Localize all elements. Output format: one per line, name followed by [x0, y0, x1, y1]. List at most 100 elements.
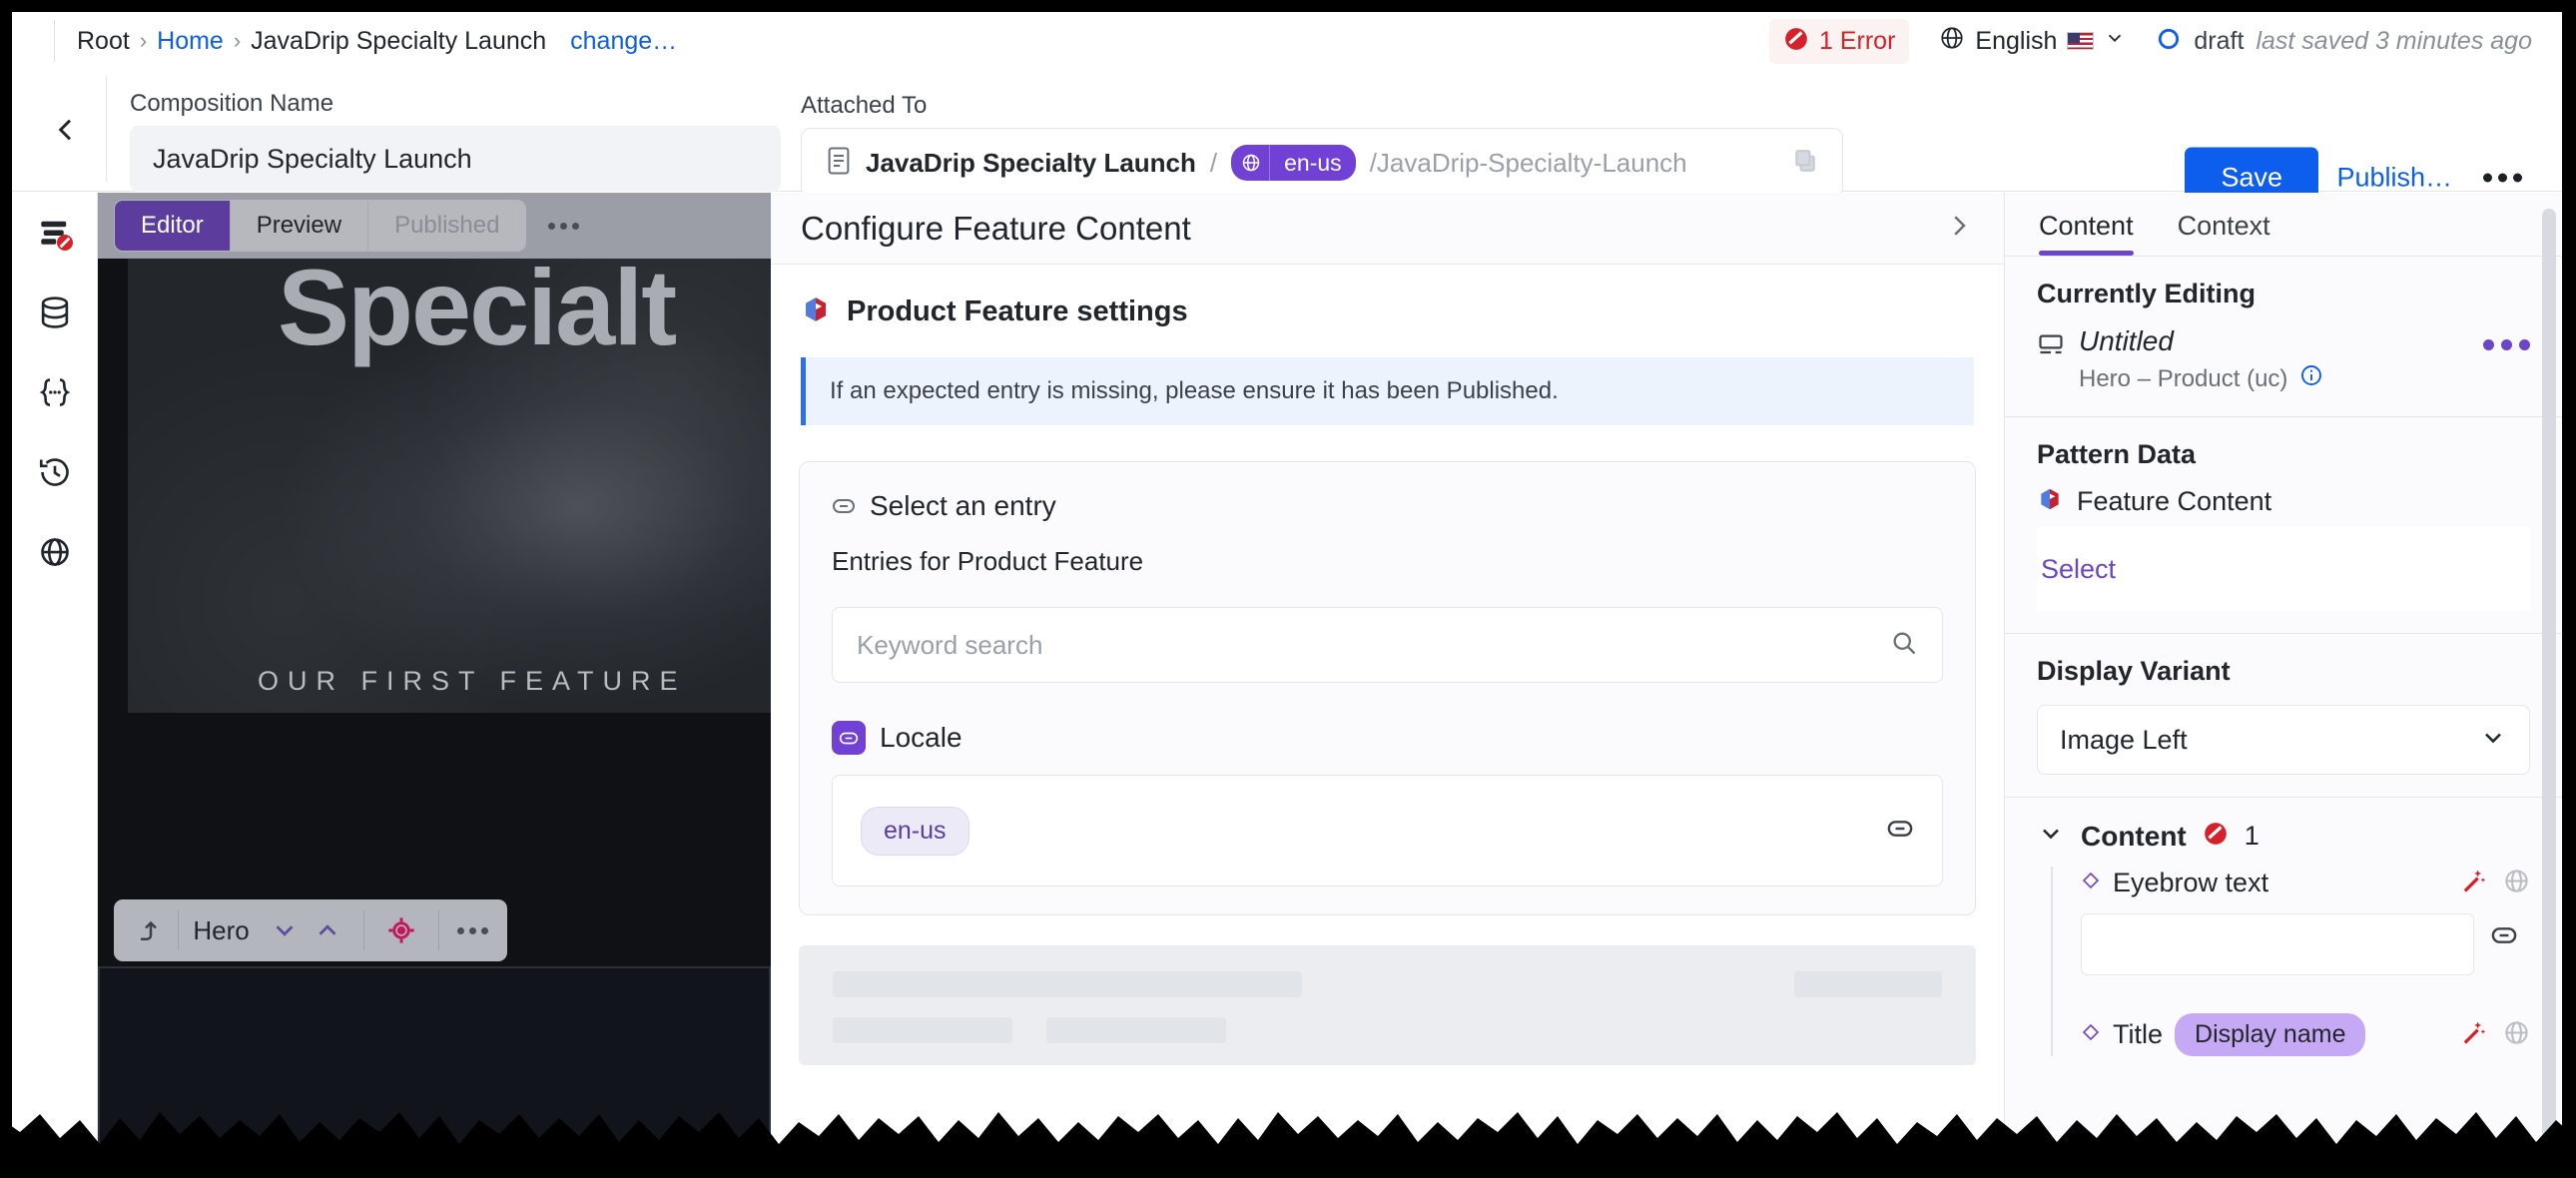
page-title: Configure Feature Content	[801, 209, 1191, 247]
torn-bottom-edge	[0, 1112, 2576, 1178]
display-variant-value: Image Left	[2060, 724, 2188, 755]
chevron-down-icon	[2104, 27, 2126, 56]
tab-published[interactable]: Published	[368, 201, 526, 251]
composition-name-label: Composition Name	[130, 90, 334, 117]
field-actions	[2459, 1018, 2530, 1051]
attached-to-box[interactable]: JavaDrip Specialty Launch / en-us /JavaD…	[801, 128, 1843, 198]
globe-icon	[1231, 153, 1269, 173]
block-name-label: Hero	[193, 914, 250, 945]
breadcrumb-item-root[interactable]: Root	[77, 27, 130, 56]
rail-item-globe[interactable]	[12, 512, 98, 592]
search-input[interactable]	[857, 629, 1890, 661]
magic-wand-icon[interactable]	[2459, 867, 2487, 899]
globe-icon[interactable]	[2503, 868, 2530, 899]
locale-facet-header: Locale	[832, 721, 1943, 755]
magic-wand-icon[interactable]	[2459, 1018, 2487, 1051]
move-up-button[interactable]	[307, 899, 349, 961]
pattern-data-section: Pattern Data Feature Content Select	[2005, 417, 2562, 634]
display-variant-select[interactable]: Image Left	[2037, 705, 2530, 775]
target-icon[interactable]	[364, 899, 438, 961]
locale-remove-icon[interactable]	[2490, 925, 2518, 950]
last-saved-label: last saved 3 minutes ago	[2255, 26, 2532, 55]
path-slash: /	[1209, 147, 1218, 178]
composition-name-input[interactable]	[130, 126, 781, 192]
document-icon	[826, 146, 852, 181]
breadcrumb: Root › Home › JavaDrip Specialty Launch …	[77, 27, 677, 56]
locale-chip[interactable]: en-us	[861, 806, 969, 856]
field-type-icon	[2081, 1022, 2101, 1047]
pattern-icon	[801, 294, 831, 329]
back-button[interactable]	[36, 100, 96, 160]
top-bar: Root › Home › JavaDrip Specialty Launch …	[12, 12, 2562, 70]
canvas-more-button[interactable]	[548, 222, 580, 230]
content-accordion: Content 1 Eyebrow text Title Display nam…	[2005, 798, 2562, 1056]
rail-item-layers[interactable]	[12, 193, 98, 273]
breadcrumb-item-home[interactable]: Home	[157, 27, 224, 56]
content-accordion-count: 1	[2244, 821, 2259, 851]
language-selector[interactable]: English	[1939, 25, 2126, 58]
canvas-tab-bar: Editor Preview Published	[98, 193, 771, 259]
content-accordion-body: Eyebrow text Title Display name	[2051, 867, 2530, 1056]
currently-editing-label: Currently Editing	[2037, 279, 2256, 308]
attached-locale-label: en-us	[1284, 149, 1342, 176]
editing-entry-type: Hero – Product (uc)	[2079, 364, 2288, 392]
move-up-level-button[interactable]	[114, 899, 178, 961]
tab-preview[interactable]: Preview	[230, 201, 369, 251]
window-frame-top	[0, 0, 2576, 12]
more-options-button[interactable]	[2483, 173, 2522, 183]
chevron-right-icon: ›	[233, 28, 242, 53]
pattern-data-name: Feature Content	[2077, 486, 2272, 516]
tab-editor[interactable]: Editor	[115, 201, 231, 251]
publish-button[interactable]: Publish…	[2336, 163, 2452, 194]
move-down-button[interactable]	[264, 899, 307, 961]
breadcrumb-change-link[interactable]: change…	[570, 27, 677, 56]
eyebrow-text-input[interactable]	[2081, 913, 2474, 975]
locale-remove-icon[interactable]	[1886, 819, 1914, 844]
attached-locale-pill[interactable]: en-us	[1231, 145, 1356, 181]
error-icon	[2203, 821, 2229, 852]
content-accordion-header[interactable]: Content 1	[2037, 820, 2530, 853]
collapse-panel-button[interactable]	[1944, 211, 1974, 246]
rail-item-variables[interactable]	[12, 352, 98, 432]
error-badge[interactable]: 1 Error	[1769, 18, 1910, 64]
search-icon[interactable]	[1890, 629, 1918, 662]
attached-to-label: Attached To	[801, 92, 928, 119]
hero-subtitle-text: OUR FIRST FEATURE	[258, 666, 687, 696]
dot	[572, 222, 580, 230]
hero-background-image: Specialt OUR FIRST FEATURE	[128, 259, 771, 713]
field-label: Eyebrow text	[2113, 868, 2269, 897]
field-input-row-eyebrow	[2081, 899, 2530, 975]
right-panel-tabs: Content Context	[2005, 193, 2562, 257]
right-panel-scrollbar[interactable]	[2542, 209, 2556, 1178]
copy-icon[interactable]	[1792, 148, 1818, 179]
chevron-down-icon	[2479, 724, 2507, 757]
draft-status-icon	[2156, 26, 2182, 57]
attached-to-field: Attached To JavaDrip Specialty Launch / …	[801, 92, 1843, 198]
entries-for-label: Entries for Product Feature	[832, 546, 1144, 576]
pattern-data-label: Pattern Data	[2037, 439, 2197, 469]
pattern-select-link[interactable]: Select	[2041, 554, 2116, 585]
select-entry-header: Select an entry	[832, 490, 1943, 522]
keyword-search-box[interactable]	[832, 607, 1943, 683]
globe-icon[interactable]	[2503, 1019, 2530, 1051]
skeleton-bar	[1046, 1017, 1226, 1043]
block-more-button[interactable]	[439, 899, 507, 961]
pattern-select-card: Select	[2037, 527, 2530, 611]
rail-item-data[interactable]	[12, 273, 98, 352]
field-type-icon	[2081, 871, 2101, 895]
info-icon[interactable]	[2299, 363, 2323, 394]
error-icon	[1783, 26, 1809, 57]
breadcrumb-left-divider	[54, 20, 55, 62]
tab-context[interactable]: Context	[2178, 211, 2292, 256]
hero-title-text: Specialt	[278, 259, 677, 367]
locale-icon	[832, 721, 866, 755]
rail-item-history[interactable]	[12, 432, 98, 512]
info-banner: If an expected entry is missing, please …	[801, 357, 1974, 425]
editing-more-button[interactable]	[2483, 325, 2530, 350]
field-actions	[2459, 867, 2530, 899]
window-frame-right	[2562, 0, 2576, 1178]
dot	[2501, 339, 2512, 350]
dot	[560, 222, 568, 230]
canvas-tab-group: Editor Preview Published	[114, 200, 527, 252]
tab-content[interactable]: Content	[2039, 211, 2156, 256]
